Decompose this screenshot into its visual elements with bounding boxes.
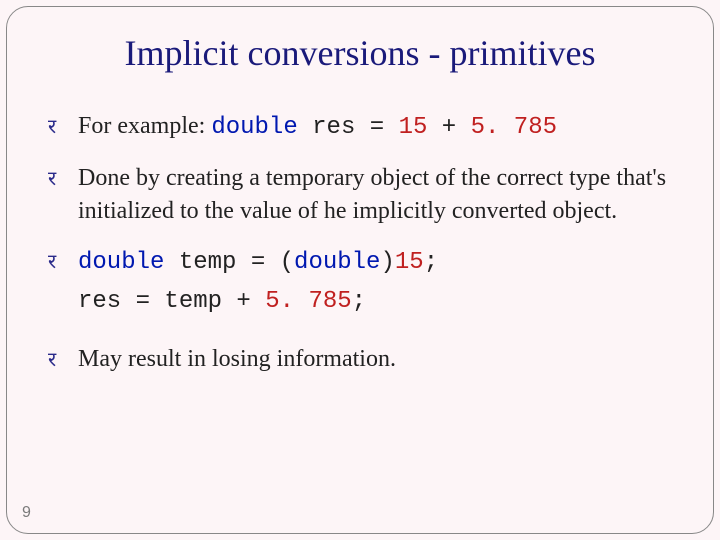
code-keyword: double bbox=[78, 249, 164, 276]
bullet-1-prefix: For example: bbox=[78, 113, 211, 139]
code-text: ; bbox=[352, 288, 366, 315]
code-text: temp = ( bbox=[164, 249, 294, 276]
slide-content: Implicit conversions - primitives र For … bbox=[0, 0, 720, 540]
code-text: res = bbox=[298, 114, 399, 141]
bullet-4-text: May result in losing information. bbox=[78, 346, 396, 372]
code-number: 15 bbox=[399, 114, 428, 141]
code-number: 15 bbox=[395, 249, 424, 276]
slide-title: Implicit conversions - primitives bbox=[40, 32, 680, 74]
bullet-item-1: र For example: double res = 15 + 5. 785 bbox=[78, 110, 680, 144]
page-number: 9 bbox=[22, 504, 31, 522]
code-number: 5. 785 bbox=[471, 114, 557, 141]
bullet-icon: र bbox=[48, 350, 56, 370]
bullet-item-4: र May result in losing information. bbox=[78, 343, 680, 375]
code-number: 5. 785 bbox=[265, 288, 351, 315]
bullet-list: र For example: double res = 15 + 5. 785 … bbox=[40, 110, 680, 375]
code-keyword: double bbox=[211, 114, 297, 141]
code-text: ; bbox=[424, 249, 438, 276]
bullet-2-text: Done by creating a temporary object of t… bbox=[78, 165, 666, 223]
code-text: ) bbox=[380, 249, 394, 276]
bullet-icon: र bbox=[48, 169, 56, 189]
code-text: + bbox=[427, 114, 470, 141]
bullet-item-2: र Done by creating a temporary object of… bbox=[78, 162, 680, 227]
bullet-icon: र bbox=[48, 252, 56, 272]
code-keyword: double bbox=[294, 249, 380, 276]
code-text: res = temp + bbox=[78, 288, 265, 315]
bullet-item-3-line2: res = temp + 5. 785; bbox=[78, 288, 680, 315]
bullet-icon: र bbox=[48, 117, 56, 137]
bullet-item-3: र double temp = (double)15; bbox=[78, 245, 680, 279]
